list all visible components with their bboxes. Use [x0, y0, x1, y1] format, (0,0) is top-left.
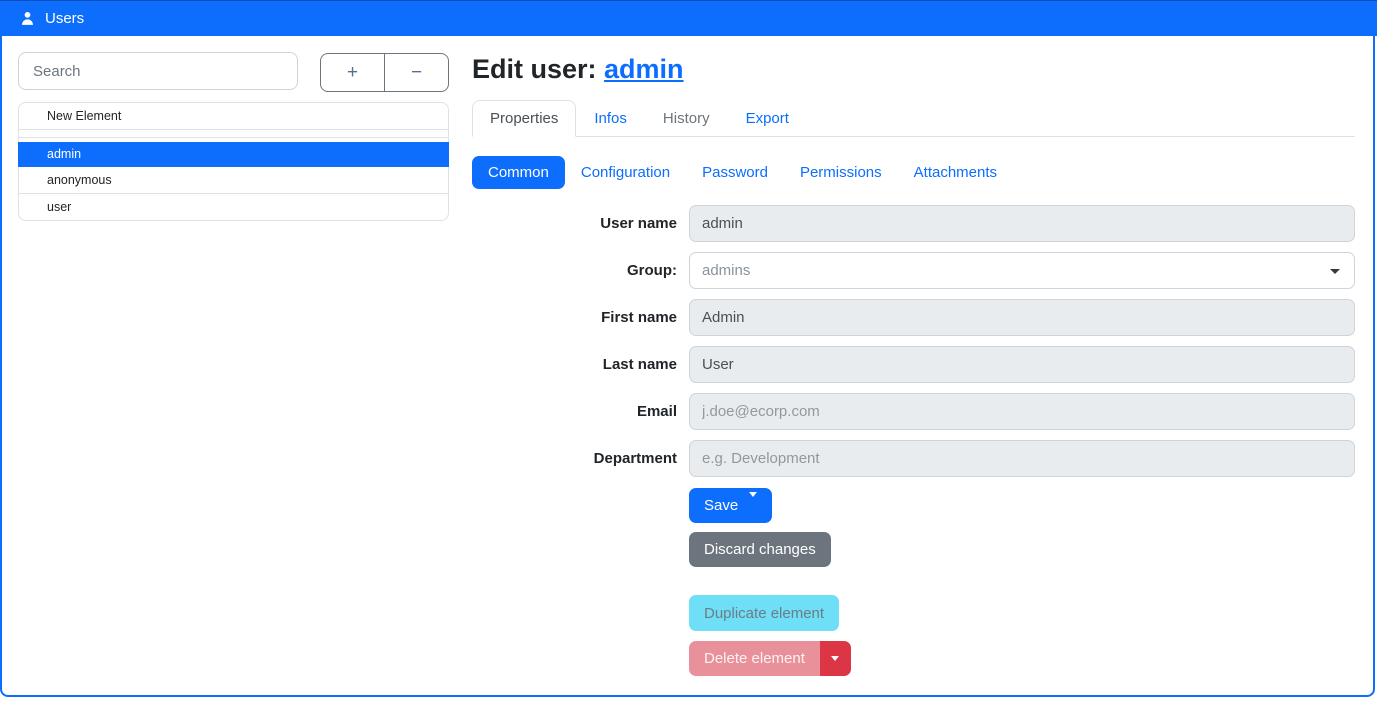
element-list: New Element admin anonymous user — [18, 102, 449, 221]
username-label: User name — [472, 215, 689, 232]
list-item-user[interactable]: user — [19, 193, 448, 220]
delete-split-button: Delete element — [689, 641, 1355, 676]
subtab-password[interactable]: Password — [686, 156, 784, 189]
group-label: Group: — [472, 262, 689, 279]
main-tabs: Properties Infos History Export — [472, 100, 1355, 137]
subtab-attachments[interactable]: Attachments — [898, 156, 1013, 189]
caret-down-icon — [749, 492, 757, 514]
list-item-empty[interactable] — [19, 129, 448, 137]
page-title-prefix: Edit user: — [472, 54, 604, 84]
subtab-configuration[interactable]: Configuration — [565, 156, 686, 189]
group-select-value: admins — [702, 262, 750, 279]
tab-export[interactable]: Export — [728, 100, 807, 137]
username-field[interactable] — [689, 205, 1355, 242]
save-button-label: Save — [704, 497, 738, 514]
department-label: Department — [472, 450, 689, 467]
email-field[interactable] — [689, 393, 1355, 430]
lastname-label: Last name — [472, 356, 689, 373]
app-header: Users — [0, 0, 1377, 36]
firstname-field[interactable] — [689, 299, 1355, 336]
lastname-field[interactable] — [689, 346, 1355, 383]
list-toolbar: + − — [320, 53, 449, 92]
person-icon — [19, 10, 36, 27]
edited-user-link[interactable]: admin — [604, 54, 684, 84]
form-actions: Save Discard changes Duplicate element D… — [689, 488, 1355, 676]
firstname-label: First name — [472, 309, 689, 326]
subtab-permissions[interactable]: Permissions — [784, 156, 898, 189]
main-panel: Edit user: admin Properties Infos Histor… — [472, 52, 1355, 695]
user-form: User name Group: admins First name Last … — [472, 205, 1355, 477]
discard-changes-button[interactable]: Discard changes — [689, 532, 831, 567]
duplicate-element-button[interactable]: Duplicate element — [689, 595, 839, 631]
tab-history: History — [645, 100, 728, 137]
save-button[interactable]: Save — [689, 488, 772, 523]
department-field[interactable] — [689, 440, 1355, 477]
add-element-button[interactable]: + — [321, 54, 384, 91]
list-item-anonymous[interactable]: anonymous — [19, 167, 448, 193]
delete-element-button[interactable]: Delete element — [689, 641, 820, 676]
sidebar: + − New Element admin anonymous user — [18, 52, 449, 695]
list-item-new-element[interactable]: New Element — [19, 103, 448, 129]
page-title: Edit user: admin — [472, 54, 1355, 85]
list-item-admin[interactable]: admin — [18, 142, 449, 167]
delete-dropdown-toggle[interactable] — [820, 641, 851, 676]
caret-down-icon — [831, 656, 839, 661]
app-title: Users — [45, 10, 84, 27]
email-label: Email — [472, 403, 689, 420]
content-frame: + − New Element admin anonymous user Edi… — [0, 36, 1375, 697]
subtab-common[interactable]: Common — [472, 156, 565, 189]
group-select[interactable]: admins — [689, 252, 1355, 289]
tab-infos[interactable]: Infos — [576, 100, 645, 137]
remove-element-button[interactable]: − — [384, 54, 448, 91]
tab-properties[interactable]: Properties — [472, 100, 576, 137]
chevron-down-icon — [1330, 269, 1340, 274]
sub-tabs: Common Configuration Password Permission… — [472, 156, 1355, 189]
search-input[interactable] — [18, 52, 298, 90]
